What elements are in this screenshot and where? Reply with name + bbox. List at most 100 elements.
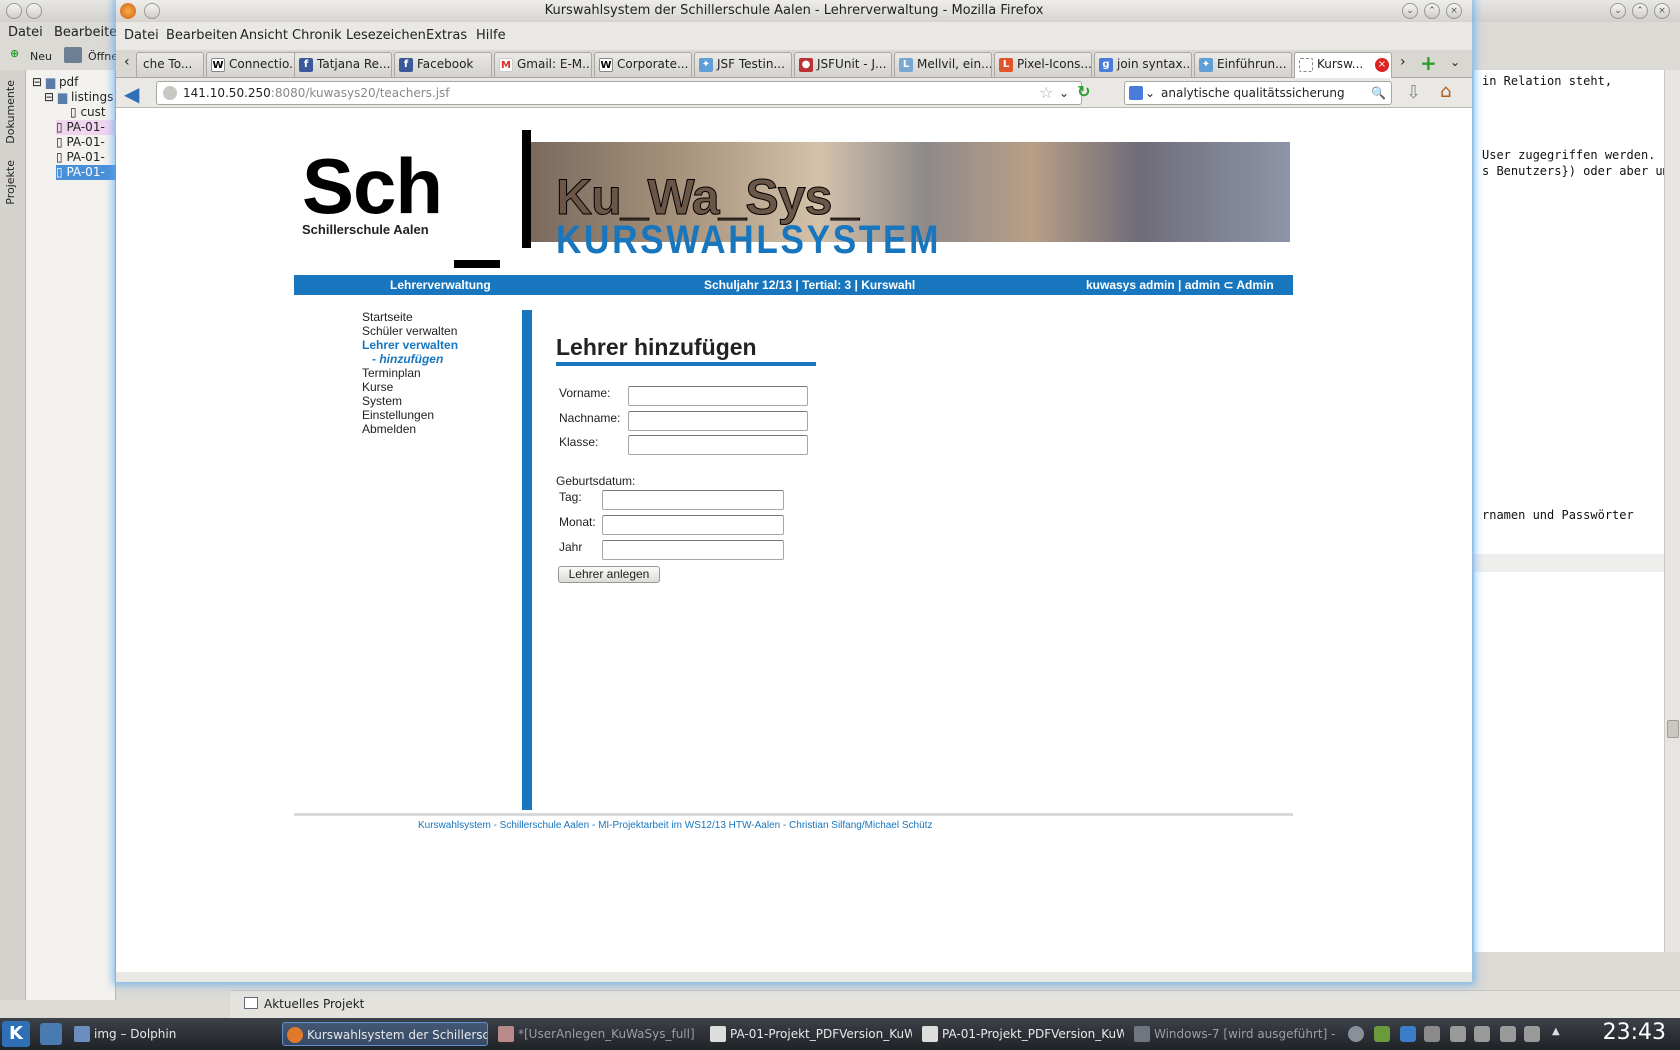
info-icon[interactable]: [1348, 1026, 1364, 1042]
tab-dokumente[interactable]: Dokumente: [4, 80, 17, 144]
search-input[interactable]: analytische qualitätssicherung: [1161, 86, 1345, 100]
tray-expand-icon[interactable]: ▲: [1552, 1026, 1560, 1037]
nachname-input[interactable]: [628, 411, 808, 431]
taskbar-item[interactable]: PA-01-Projekt_PDFVersion_KuW: [918, 1022, 1124, 1046]
tab[interactable]: che To...: [136, 52, 204, 77]
bookmark-star-icon[interactable]: ☆: [1039, 82, 1053, 104]
battery-icon[interactable]: [1524, 1026, 1540, 1042]
close-icon[interactable]: ×: [1446, 3, 1462, 19]
editor-scrollbar[interactable]: [1664, 70, 1680, 952]
tools-icon[interactable]: [1474, 1026, 1490, 1042]
network-icon[interactable]: [1450, 1026, 1466, 1042]
menu-lehrer-verwalten[interactable]: Lehrer verwalten: [362, 338, 458, 352]
tabs-scroll-left-icon[interactable]: ‹: [124, 54, 130, 70]
maximize-icon[interactable]: ⌃: [1632, 3, 1648, 19]
taskbar-item[interactable]: *[UserAnlegen_KuWaSys_full]: [494, 1022, 700, 1046]
maximize-icon[interactable]: ⌃: [1424, 3, 1440, 19]
menu-kurse[interactable]: Kurse: [362, 380, 458, 394]
tab[interactable]: ✦ JSF Testin...: [694, 52, 792, 77]
clock[interactable]: 23:43: [1603, 1020, 1666, 1045]
search-engine-dropdown-icon[interactable]: ⌄: [1145, 82, 1155, 104]
menu-abmelden[interactable]: Abmelden: [362, 422, 458, 436]
new-tab-icon[interactable]: +: [1420, 51, 1437, 75]
menu-bearbeiten[interactable]: Bearbeiten: [166, 28, 237, 43]
activity-icon[interactable]: [40, 1023, 62, 1045]
download-icon[interactable]: ⇩: [1406, 82, 1421, 103]
tree-item[interactable]: ⊟ ▆ listings: [44, 90, 113, 105]
project-label[interactable]: Aktuelles Projekt: [264, 997, 364, 1011]
tab[interactable]: W Connectio...: [206, 52, 304, 77]
minimize-icon[interactable]: ⌄: [1402, 3, 1418, 19]
tab[interactable]: f Tatjana Re...: [294, 52, 392, 77]
text-editor[interactable]: in Relation steht, User zugegriffen werd…: [1474, 70, 1670, 952]
tab-projekte[interactable]: Projekte: [4, 160, 17, 205]
lehrer-anlegen-button[interactable]: Lehrer anlegen: [558, 566, 660, 583]
tree-item[interactable]: ▯ PA-01-: [56, 120, 116, 135]
tab[interactable]: f Facebook: [394, 52, 492, 77]
menu-datei[interactable]: Datei: [8, 25, 43, 40]
tree-item[interactable]: ▯ PA-01-: [56, 135, 105, 150]
menu-system[interactable]: System: [362, 394, 458, 408]
site-identity-icon[interactable]: [163, 86, 177, 100]
minimize-icon[interactable]: ⌄: [1610, 3, 1626, 19]
window-sticky-icon[interactable]: [26, 3, 42, 19]
taskbar-item[interactable]: PA-01-Projekt_PDFVersion_KuW: [706, 1022, 912, 1046]
vorname-input[interactable]: [628, 386, 808, 406]
tree-item[interactable]: ⊟ ▆ pdf: [32, 75, 78, 90]
url-bar[interactable]: 141.10.50.250:8080/kuwasys20/teachers.js…: [156, 81, 1090, 105]
close-icon[interactable]: ×: [1654, 3, 1670, 19]
new-icon[interactable]: ⊕: [10, 47, 19, 60]
tab-active[interactable]: Kursw... ×: [1294, 52, 1392, 78]
back-icon[interactable]: ◀: [124, 82, 139, 106]
close-tab-icon[interactable]: ×: [1375, 58, 1389, 72]
menu-startseite[interactable]: Startseite: [362, 310, 458, 324]
menu-datei[interactable]: Datei: [124, 28, 159, 43]
tab[interactable]: M Gmail: E-M...: [494, 52, 592, 77]
url-dropdown-icon[interactable]: ⌄: [1059, 82, 1069, 104]
menu-ansicht[interactable]: Ansicht: [240, 28, 288, 43]
window-sticky-icon[interactable]: [144, 3, 160, 19]
kde-menu-icon[interactable]: K: [2, 1021, 30, 1047]
google-icon[interactable]: [1129, 86, 1143, 100]
menu-hinzufuegen[interactable]: - hinzufügen: [362, 352, 458, 366]
search-bar[interactable]: ⌄ analytische qualitätssicherung 🔍: [1124, 81, 1392, 105]
menu-terminplan[interactable]: Terminplan: [362, 366, 458, 380]
open-button[interactable]: Öffne: [88, 50, 118, 63]
tag-input[interactable]: [602, 490, 784, 510]
tab[interactable]: W Corporate...: [594, 52, 692, 77]
menu-lesezeichen[interactable]: Lesezeichen: [346, 28, 426, 43]
klipper-icon[interactable]: [1374, 1026, 1390, 1042]
klasse-input[interactable]: [628, 435, 808, 455]
tab[interactable]: ● JSFUnit - J...: [794, 52, 892, 77]
settings-icon[interactable]: [1424, 1026, 1440, 1042]
tree-item[interactable]: ▯ PA-01-: [56, 150, 105, 165]
tab-list-icon[interactable]: ⌄: [1450, 55, 1460, 69]
dropbox-icon[interactable]: [1400, 1026, 1416, 1042]
menu-einstellungen[interactable]: Einstellungen: [362, 408, 458, 422]
tab[interactable]: g join syntax...: [1094, 52, 1192, 77]
menu-hilfe[interactable]: Hilfe: [476, 28, 506, 43]
window-menu-icon[interactable]: [6, 3, 22, 19]
taskbar-item-active[interactable]: Kurswahlsystem der Schillerschu: [282, 1022, 488, 1046]
menu-chronik[interactable]: Chronik: [292, 28, 342, 43]
taskbar-item[interactable]: Windows-7 [wird ausgeführt] - O: [1130, 1022, 1336, 1046]
tab[interactable]: ✦ Einführun...: [1194, 52, 1292, 77]
firefox-icon[interactable]: [120, 3, 136, 19]
open-icon[interactable]: [64, 47, 82, 63]
tabs-scroll-right-icon[interactable]: ›: [1400, 54, 1406, 70]
reload-icon[interactable]: ↻: [1077, 81, 1090, 103]
new-button[interactable]: Neu: [30, 50, 52, 63]
tab[interactable]: L Mellvil, ein...: [894, 52, 992, 77]
tree-item-selected[interactable]: ▯ PA-01-: [56, 165, 116, 180]
taskbar-item[interactable]: img – Dolphin: [70, 1022, 276, 1046]
jahr-input[interactable]: [602, 540, 784, 560]
scrollbar-thumb[interactable]: [1667, 720, 1679, 738]
tab[interactable]: L Pixel-Icons...: [994, 52, 1092, 77]
volume-icon[interactable]: [1500, 1026, 1516, 1042]
menu-extras[interactable]: Extras: [426, 28, 467, 43]
tree-item[interactable]: ▯ cust: [70, 105, 106, 120]
home-icon[interactable]: ⌂: [1440, 81, 1451, 102]
menu-schueler-verwalten[interactable]: Schüler verwalten: [362, 324, 458, 338]
monat-input[interactable]: [602, 515, 784, 535]
search-icon[interactable]: 🔍: [1371, 82, 1386, 104]
